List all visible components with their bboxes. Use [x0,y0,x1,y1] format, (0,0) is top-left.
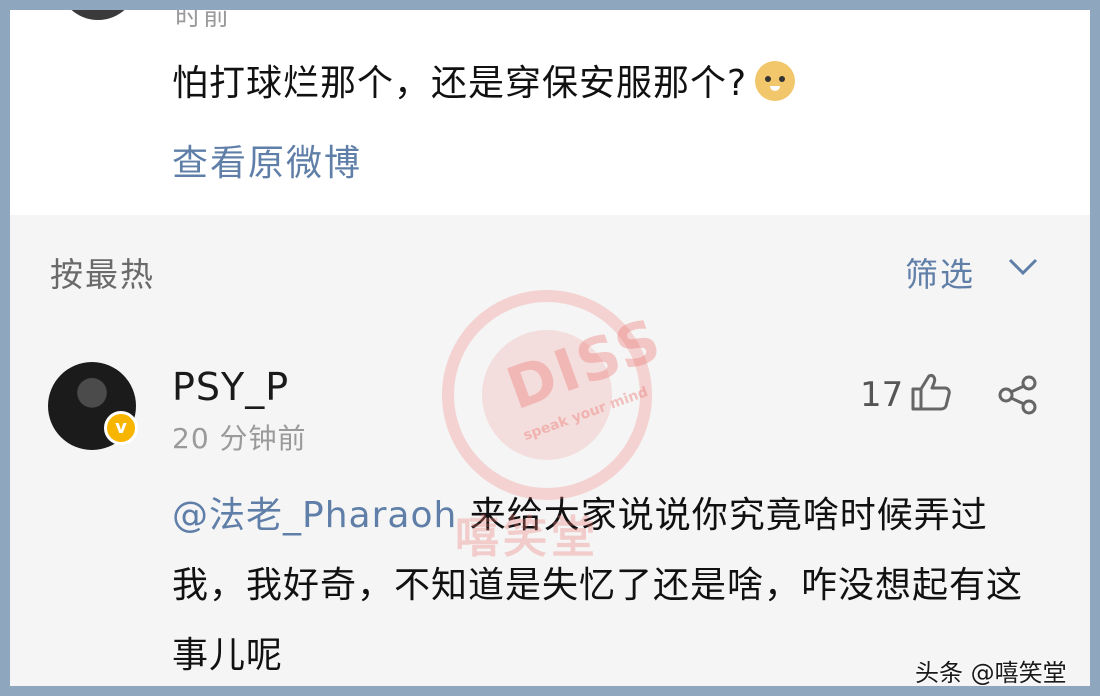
verified-badge: v [104,411,138,445]
comment-time: 20 分钟前 [172,422,307,455]
weibo-post: 时前 怕打球烂那个，还是穿保安服那个? 查看原微博 [10,10,1090,215]
view-original-link[interactable]: 查看原微博 [172,134,362,186]
comment-text: @法老_Pharaoh 来给大家说说你究竟啥时候弄过我，我好奇，不知道是失忆了还… [172,481,1052,686]
comments-section: 按最热 筛选 v PSY_P 20 分钟前 17 @法老_Pharaoh 来给大… [10,215,1090,686]
previous-time: 时前 [175,10,232,32]
post-text-content: 怕打球烂那个，还是穿保安服那个? [172,63,748,104]
chevron-down-icon[interactable] [1008,258,1038,276]
post-text: 怕打球烂那个，还是穿保安服那个? [172,54,796,106]
screenshot-frame: 时前 怕打球烂那个，还是穿保安服那个? 查看原微博 按最热 筛选 v PSY_P… [10,10,1090,686]
doge-emoji-icon [755,61,796,101]
share-icon[interactable] [996,375,1040,415]
thumb-up-icon[interactable] [910,372,952,412]
previous-avatar[interactable] [58,10,138,20]
mention-link[interactable]: @法老_Pharaoh [172,495,457,536]
sort-hot-label[interactable]: 按最热 [50,248,155,296]
filter-button[interactable]: 筛选 [905,248,975,296]
like-count: 17 [860,375,904,415]
comment-username[interactable]: PSY_P [172,365,289,409]
